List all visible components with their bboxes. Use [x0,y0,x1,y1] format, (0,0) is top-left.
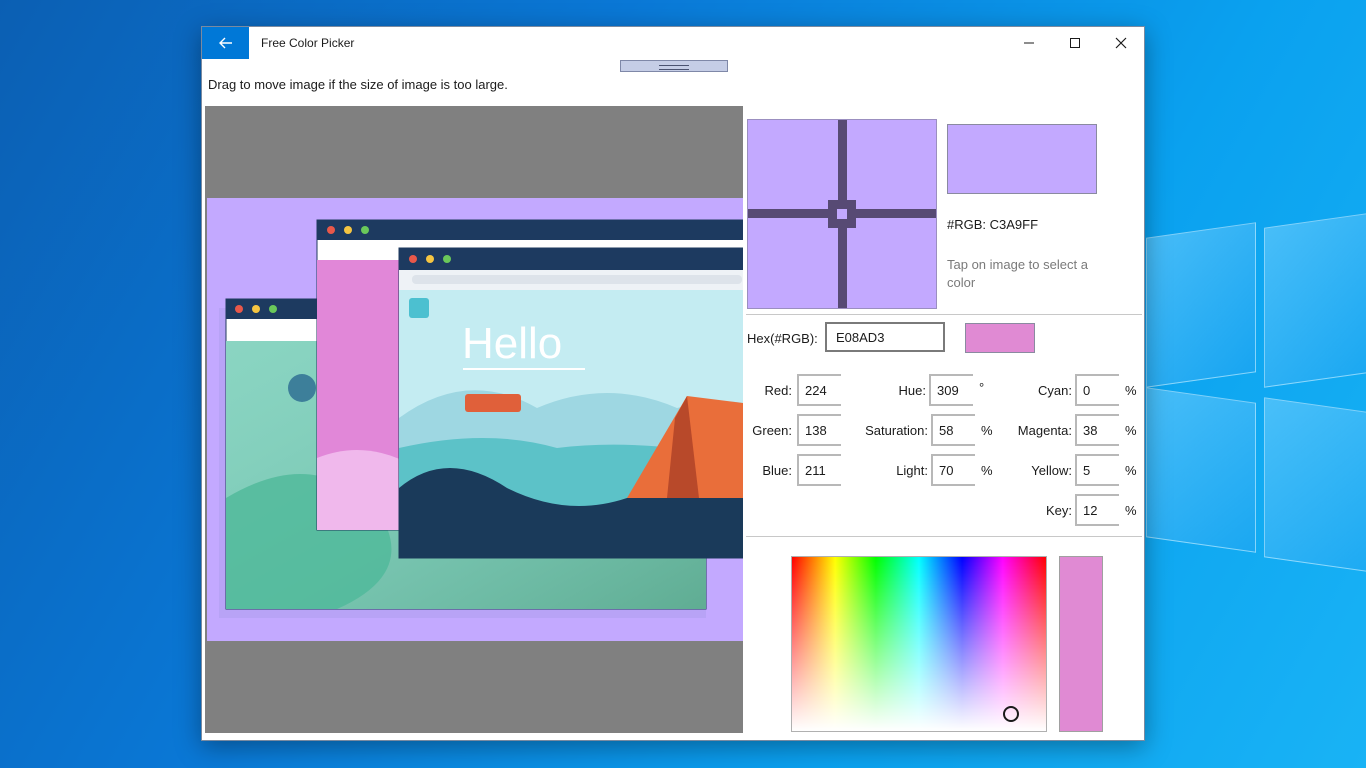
app-window: Free Color Picker Drag to move image if … [201,26,1145,741]
saturation-label: Saturation: [865,423,928,438]
red-input[interactable] [797,374,841,406]
key-label: Key: [1045,503,1072,518]
blue-label: Blue: [762,463,792,478]
hue-unit: ° [979,380,985,395]
light-input[interactable] [931,454,975,486]
light-unit: % [981,463,993,478]
hello-text: Hello [462,319,562,368]
color-spectrum[interactable] [791,556,1047,732]
magenta-label: Magenta: [1017,423,1072,438]
panel-drag-handle[interactable] [620,60,728,72]
close-icon [1115,37,1127,49]
saturation-unit: % [981,423,993,438]
back-arrow-icon [218,37,232,49]
selected-color-preview [1059,556,1103,732]
yellow-unit: % [1125,463,1137,478]
magnifier-preview [747,119,937,309]
drag-hint-text: Drag to move image if the size of image … [208,77,508,92]
hex-label: Hex(#RGB): [747,331,818,346]
sampled-color-swatch [947,124,1097,194]
green-input[interactable] [797,414,841,446]
sampled-rgb-label: #RGB: C3A9FF [947,217,1039,232]
blue-input[interactable] [797,454,841,486]
illustration: Hello [219,219,743,618]
light-label: Light: [896,463,928,478]
spectrum-cursor[interactable] [1003,706,1019,722]
crosshair-icon [748,120,936,308]
hue-input[interactable] [929,374,973,406]
yellow-label: Yellow: [1031,463,1072,478]
desktop-windows-logo [1136,200,1366,600]
divider [746,536,1142,537]
green-label: Green: [752,423,792,438]
color-details-panel: #RGB: C3A9FF Tap on image to select a co… [746,106,1144,733]
cyan-input[interactable] [1075,374,1119,406]
key-unit: % [1125,503,1137,518]
red-label: Red: [764,383,792,398]
divider [746,314,1142,315]
tap-hint-text: Tap on image to select a color [947,257,1088,290]
cyan-label: Cyan: [1038,383,1072,398]
maximize-button[interactable] [1052,27,1098,59]
saturation-input[interactable] [931,414,975,446]
minimize-icon [1024,42,1034,44]
back-button[interactable] [202,27,249,59]
cyan-unit: % [1125,383,1137,398]
hex-color-swatch [965,323,1035,353]
maximize-icon [1070,38,1080,48]
app-title: Free Color Picker [261,36,355,50]
title-bar[interactable]: Free Color Picker [202,27,1144,59]
magenta-unit: % [1125,423,1137,438]
yellow-input[interactable] [1075,454,1119,486]
magenta-input[interactable] [1075,414,1119,446]
close-button[interactable] [1098,27,1144,59]
hex-input[interactable] [825,322,945,352]
sample-image[interactable]: Hello [207,198,743,641]
hue-label: Hue: [898,383,926,398]
minimize-button[interactable] [1006,27,1052,59]
image-viewer[interactable]: Hello [205,106,743,733]
key-input[interactable] [1075,494,1119,526]
